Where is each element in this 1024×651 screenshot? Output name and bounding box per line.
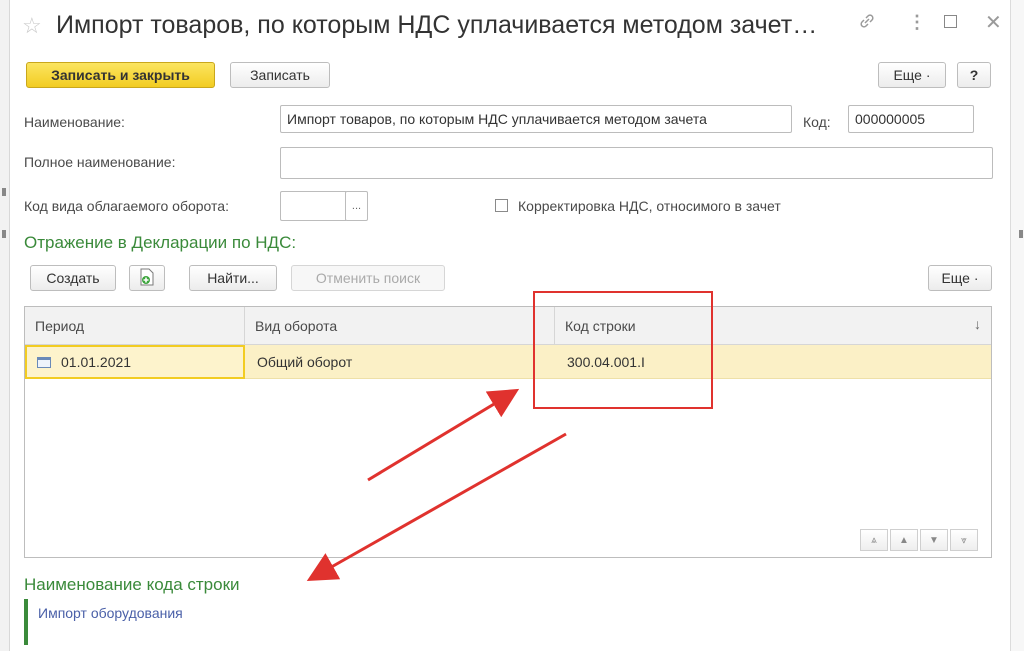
turnover-code-field[interactable] — [280, 191, 346, 221]
line-code-name-value[interactable]: Импорт оборудования — [38, 605, 183, 621]
create-button[interactable]: Создать — [30, 265, 116, 291]
table-more-button[interactable]: Еще · — [928, 265, 992, 291]
column-header-period[interactable]: Период — [25, 307, 245, 345]
save-and-close-button[interactable]: Записать и закрыть — [26, 62, 215, 88]
copy-add-icon — [139, 268, 155, 289]
dialog-window: ☆ Импорт товаров, по которым НДС уплачив… — [10, 0, 1010, 651]
close-icon[interactable]: ✕ — [985, 10, 1002, 35]
pick-button[interactable]: ... — [345, 191, 368, 221]
declaration-table[interactable]: Период Вид оборота Код строки ↓ 01.01.20… — [24, 306, 992, 558]
move-down-icon[interactable]: ▼ — [920, 529, 948, 551]
annotation-highlight-box — [533, 291, 713, 409]
window-title: Импорт товаров, по которым НДС уплачивае… — [56, 11, 818, 39]
vat-correction-label: Корректировка НДС, относимого в зачет — [518, 198, 781, 214]
background-marker — [2, 188, 6, 196]
find-button[interactable]: Найти... — [189, 265, 277, 291]
name-label: Наименование: — [24, 114, 125, 130]
table-row[interactable]: 01.01.2021 Общий оборот 300.04.001.I — [25, 345, 991, 379]
turnover-code-label: Код вида облагаемого оборота: — [24, 198, 229, 214]
link-icon[interactable] — [858, 12, 876, 35]
background-window-right — [1010, 0, 1024, 651]
move-up-icon[interactable]: ▲ — [890, 529, 918, 551]
move-last-icon[interactable]: ⩔ — [950, 529, 978, 551]
title-bar: ☆ Импорт товаров, по которым НДС уплачив… — [10, 0, 1010, 52]
table-header: Период Вид оборота Код строки ↓ — [25, 307, 991, 345]
move-first-icon[interactable]: ⩓ — [860, 529, 888, 551]
save-button[interactable]: Записать — [230, 62, 330, 88]
background-marker — [2, 230, 6, 238]
fullname-label: Полное наименование: — [24, 154, 176, 170]
maximize-icon[interactable] — [944, 15, 957, 28]
name-field[interactable]: Импорт товаров, по которым НДС уплачивае… — [280, 105, 792, 133]
footer-accent-bar — [24, 599, 28, 645]
calendar-icon — [37, 356, 51, 368]
star-icon[interactable]: ☆ — [22, 13, 42, 39]
cancel-search-button: Отменить поиск — [291, 265, 445, 291]
declaration-section-title: Отражение в Декларации по НДС: — [24, 233, 297, 252]
sort-down-icon[interactable]: ↓ — [974, 316, 981, 332]
cell-turnover-type[interactable]: Общий оборот — [247, 345, 555, 379]
background-marker — [1019, 230, 1023, 238]
cell-period-value: 01.01.2021 — [61, 354, 132, 370]
help-button[interactable]: ? — [957, 62, 991, 88]
more-vert-icon[interactable]: ⋮ — [908, 12, 926, 33]
cell-period[interactable]: 01.01.2021 — [25, 345, 245, 379]
more-button[interactable]: Еще · — [878, 62, 946, 88]
line-code-name-title: Наименование кода строки — [24, 575, 240, 594]
column-header-turnover-type[interactable]: Вид оборота — [245, 307, 555, 345]
background-window-left — [0, 0, 10, 651]
code-field[interactable]: 000000005 — [848, 105, 974, 133]
fullname-field[interactable] — [280, 147, 993, 179]
vat-correction-checkbox[interactable] — [495, 199, 508, 212]
code-label: Код: — [803, 114, 831, 130]
copy-button[interactable] — [129, 265, 165, 291]
